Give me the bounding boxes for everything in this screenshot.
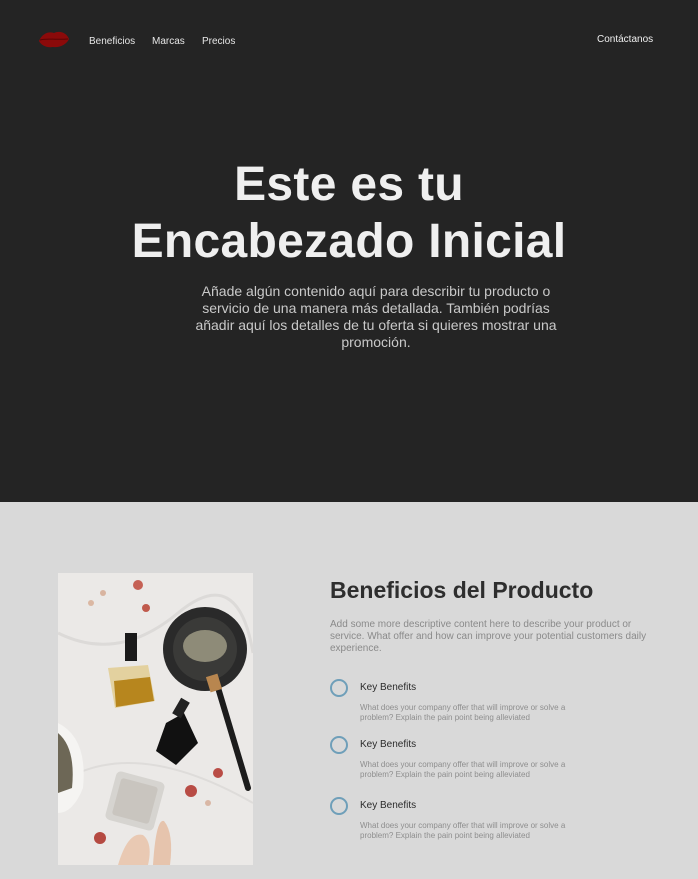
benefit-description: What does your company offer that will i… bbox=[360, 821, 566, 840]
benefit-description: What does your company offer that will i… bbox=[360, 703, 566, 722]
benefit-description: What does your company offer that will i… bbox=[360, 760, 566, 779]
circle-outline-icon bbox=[330, 736, 348, 754]
hero-section: Beneficios Marcas Precios Contáctanos Es… bbox=[0, 0, 698, 502]
hero-title-line-2: Encabezado Inicial bbox=[131, 215, 567, 268]
nav-item-beneficios[interactable]: Beneficios bbox=[89, 36, 135, 47]
benefits-title: Beneficios del Producto bbox=[330, 577, 594, 603]
product-image bbox=[58, 573, 253, 865]
circle-outline-icon bbox=[330, 797, 348, 815]
benefit-title: Key Benefits bbox=[360, 739, 417, 750]
circle-outline-icon bbox=[330, 679, 348, 697]
nav-item-precios[interactable]: Precios bbox=[202, 36, 235, 47]
logo-icon[interactable] bbox=[36, 28, 72, 50]
hero-title: Este es tu Encabezado Inicial bbox=[0, 156, 698, 270]
benefit-title: Key Benefits bbox=[360, 682, 417, 693]
nav-item-marcas[interactable]: Marcas bbox=[152, 36, 185, 47]
benefits-description: Add some more descriptive content here t… bbox=[330, 619, 647, 654]
benefit-title: Key Benefits bbox=[360, 800, 417, 811]
cosmetics-flatlay-illustration bbox=[58, 573, 253, 865]
contact-link[interactable]: Contáctanos bbox=[597, 34, 653, 45]
hero-subtitle: Añade algún contenido aquí para describi… bbox=[195, 283, 557, 350]
hero-title-line-1: Este es tu bbox=[234, 158, 464, 211]
